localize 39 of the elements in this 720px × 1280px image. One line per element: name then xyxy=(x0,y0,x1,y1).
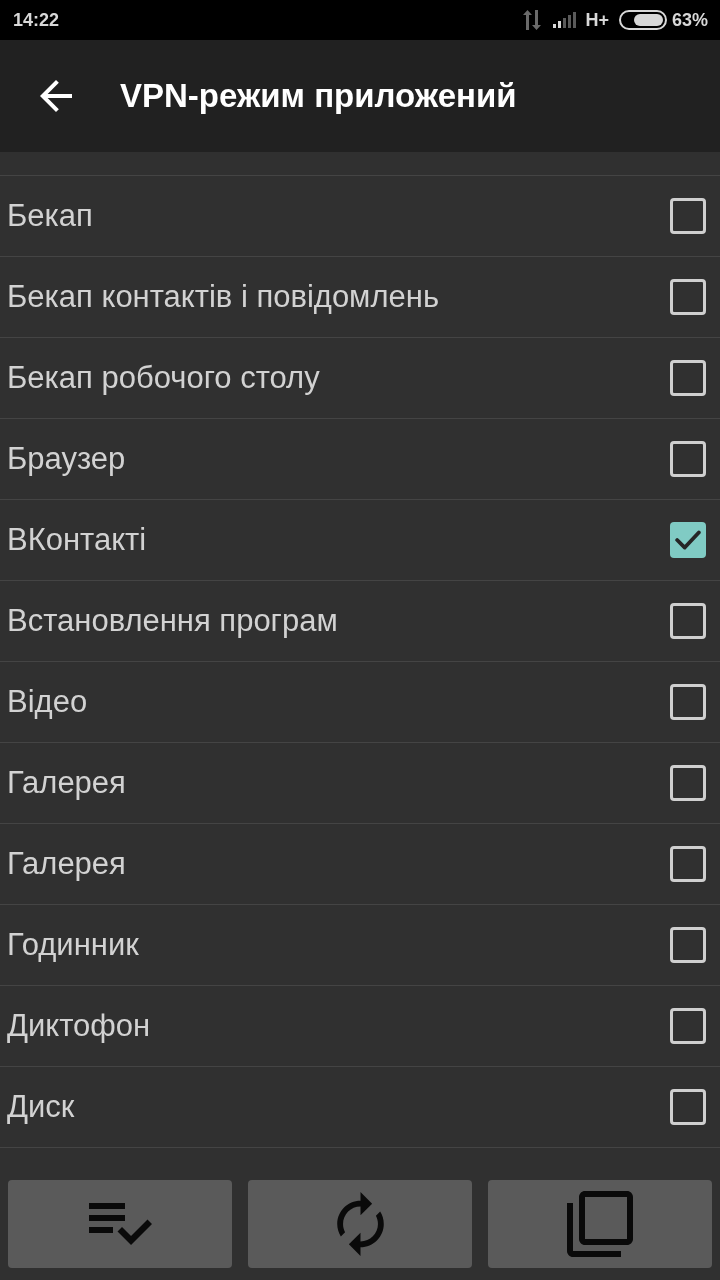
battery-percent: 63% xyxy=(671,8,708,32)
app-name: Встановлення програм xyxy=(7,601,338,640)
app-checkbox[interactable] xyxy=(670,684,706,720)
app-checkbox[interactable] xyxy=(670,765,706,801)
app-checkbox[interactable] xyxy=(670,198,706,234)
app-checkbox[interactable] xyxy=(670,1008,706,1044)
app-name: Диск xyxy=(7,1087,75,1126)
app-checkbox[interactable] xyxy=(670,1089,706,1125)
app-checkbox[interactable] xyxy=(670,522,706,558)
refresh-button[interactable] xyxy=(248,1180,472,1268)
app-name: Галерея xyxy=(7,763,126,802)
app-name: Браузер xyxy=(7,439,126,478)
screen-title: VPN-режим приложений xyxy=(120,76,517,117)
app-checkbox[interactable] xyxy=(670,441,706,477)
app-name: Диктофон xyxy=(7,1006,151,1045)
battery-icon xyxy=(618,10,667,30)
copy-button[interactable] xyxy=(488,1180,712,1268)
refresh-icon xyxy=(336,1192,384,1256)
app-name: Відео xyxy=(7,682,88,721)
app-name: ВКонтакті xyxy=(7,520,147,559)
signal-icon xyxy=(553,12,579,28)
arrow-left-icon xyxy=(40,80,72,112)
app-name: Бекап xyxy=(7,196,93,235)
checklist-icon xyxy=(88,1203,152,1245)
status-time: 14:22 xyxy=(13,8,60,32)
app-name: Галерея xyxy=(7,844,126,883)
copy-icon xyxy=(567,1191,633,1257)
app-checkbox[interactable] xyxy=(670,279,706,315)
app-checkbox[interactable] xyxy=(670,603,706,639)
app-checkbox[interactable] xyxy=(670,846,706,882)
check-icon xyxy=(675,530,701,550)
data-transfer-icon xyxy=(523,10,542,30)
app-name: Бекап робочого столу xyxy=(7,358,320,397)
app-name: Годинник xyxy=(7,925,139,964)
network-type: H+ xyxy=(585,8,609,32)
app-checkbox[interactable] xyxy=(670,927,706,963)
app-checkbox[interactable] xyxy=(670,360,706,396)
select-all-button[interactable] xyxy=(8,1180,232,1268)
app-name: Бекап контактів і повідомлень xyxy=(7,277,440,316)
